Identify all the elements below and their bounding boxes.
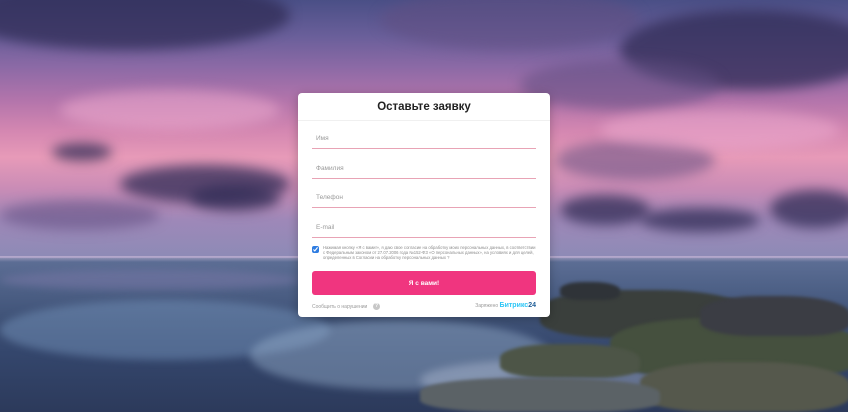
cloud	[560, 195, 650, 225]
request-form-card: Оставьте заявку Нажимая кнопку «Я с вами…	[298, 93, 550, 317]
wave	[0, 270, 300, 290]
phone-field[interactable]	[312, 188, 536, 208]
bitrix24-logo-number: 24	[528, 302, 536, 309]
rock	[500, 344, 640, 378]
consent-text: Нажимая кнопку «Я с вами!», я даю свое с…	[323, 245, 536, 261]
cloud	[52, 143, 112, 161]
cloud	[60, 90, 280, 130]
bitrix24-logo-text: Битрикс	[499, 302, 529, 309]
cloud	[190, 185, 280, 211]
info-icon[interactable]: ?	[373, 303, 380, 310]
rock	[640, 362, 848, 412]
surname-field[interactable]	[312, 159, 536, 179]
consent-block: Нажимая кнопку «Я с вами!», я даю свое с…	[312, 245, 538, 267]
email-field[interactable]	[312, 218, 536, 238]
cloud	[0, 200, 160, 230]
powered-by-label: Заряжено	[475, 303, 499, 309]
cloud	[520, 60, 720, 110]
submit-button[interactable]: Я с вами!	[312, 271, 536, 295]
report-violation-link[interactable]: Сообщить о нарушении	[312, 304, 367, 310]
cloud	[600, 110, 840, 150]
name-field[interactable]	[312, 129, 536, 149]
title-divider	[298, 120, 550, 121]
cloud	[640, 208, 760, 232]
powered-by[interactable]: Заряжено Битрикс24	[475, 302, 536, 309]
rock	[560, 282, 620, 300]
consent-checkbox[interactable]	[312, 246, 319, 253]
form-title: Оставьте заявку	[377, 101, 471, 113]
rock	[700, 296, 848, 336]
rock	[420, 378, 660, 412]
